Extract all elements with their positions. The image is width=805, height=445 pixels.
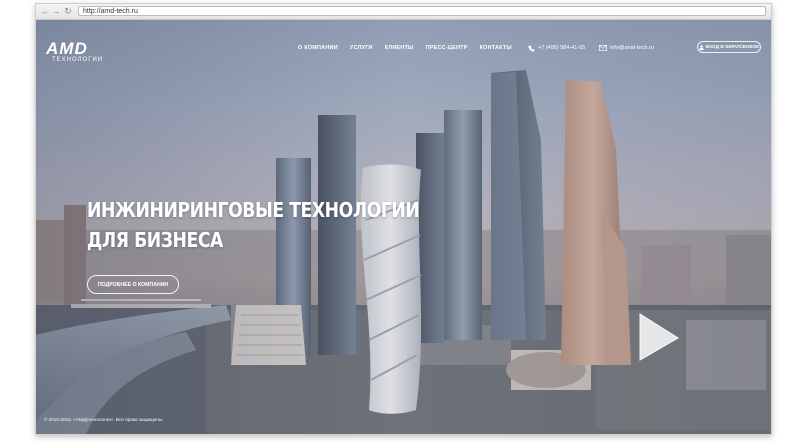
company-logo[interactable]: AMD ТЕХНОЛОГИИ [46, 40, 116, 68]
email-address: info@amd-tech.ru [610, 45, 654, 51]
phone-icon [528, 45, 535, 52]
main-navigation: О КОМПАНИИ УСЛУГИ КЛИЕНТЫ ПРЕСС-ЦЕНТР КО… [298, 45, 512, 55]
copyright-text: © 2010-2016. «АМД|технологии». Все права… [44, 417, 164, 422]
email-contact[interactable]: info@amd-tech.ru [599, 42, 654, 54]
envelope-icon [599, 45, 607, 51]
page-viewport: AMD ТЕХНОЛОГИИ О КОМПАНИИ УСЛУГИ КЛИЕНТЫ… [36, 20, 771, 434]
servicedesk-login-button[interactable]: ВХОД В SERVICEDESK [697, 41, 761, 53]
reload-icon[interactable]: ↻ [63, 6, 73, 16]
more-about-company-button[interactable]: ПОДРОБНЕЕ О КОМПАНИИ [87, 275, 179, 294]
address-bar[interactable]: http://amd-tech.ru [78, 6, 766, 16]
hero-title-line-1: ИНЖИНИРИНГОВЫЕ ТЕХНОЛОГИИ [87, 198, 420, 222]
play-video-icon[interactable] [638, 310, 680, 362]
forward-arrow-icon[interactable]: → [51, 6, 61, 16]
servicedesk-label: ВХОД В SERVICEDESK [705, 44, 760, 50]
phone-number: +7 (495) 984-41-05 [538, 45, 586, 51]
hero-title: ИНЖИНИРИНГОВЫЕ ТЕХНОЛОГИИ ДЛЯ БИЗНЕСА [87, 195, 420, 255]
logo-mark: AMD [46, 39, 88, 58]
back-arrow-icon[interactable]: ← [40, 6, 50, 16]
nav-item-about[interactable]: О КОМПАНИИ [298, 45, 338, 55]
user-icon [698, 44, 704, 50]
nav-item-contacts[interactable]: КОНТАКТЫ [480, 45, 512, 55]
logo-subtitle: ТЕХНОЛОГИИ [52, 57, 104, 63]
nav-item-clients[interactable]: КЛИЕНТЫ [385, 45, 414, 55]
phone-contact[interactable]: +7 (495) 984-41-05 [528, 42, 585, 54]
nav-item-services[interactable]: УСЛУГИ [350, 45, 373, 55]
browser-toolbar: ← → ↻ http://amd-tech.ru [36, 4, 771, 20]
nav-item-press[interactable]: ПРЕСС-ЦЕНТР [426, 45, 468, 55]
browser-window: ← → ↻ http://amd-tech.ru AMD ТЕХНОЛОГИИ … [35, 3, 772, 435]
hero-title-line-2: ДЛЯ БИЗНЕСА [87, 228, 223, 252]
